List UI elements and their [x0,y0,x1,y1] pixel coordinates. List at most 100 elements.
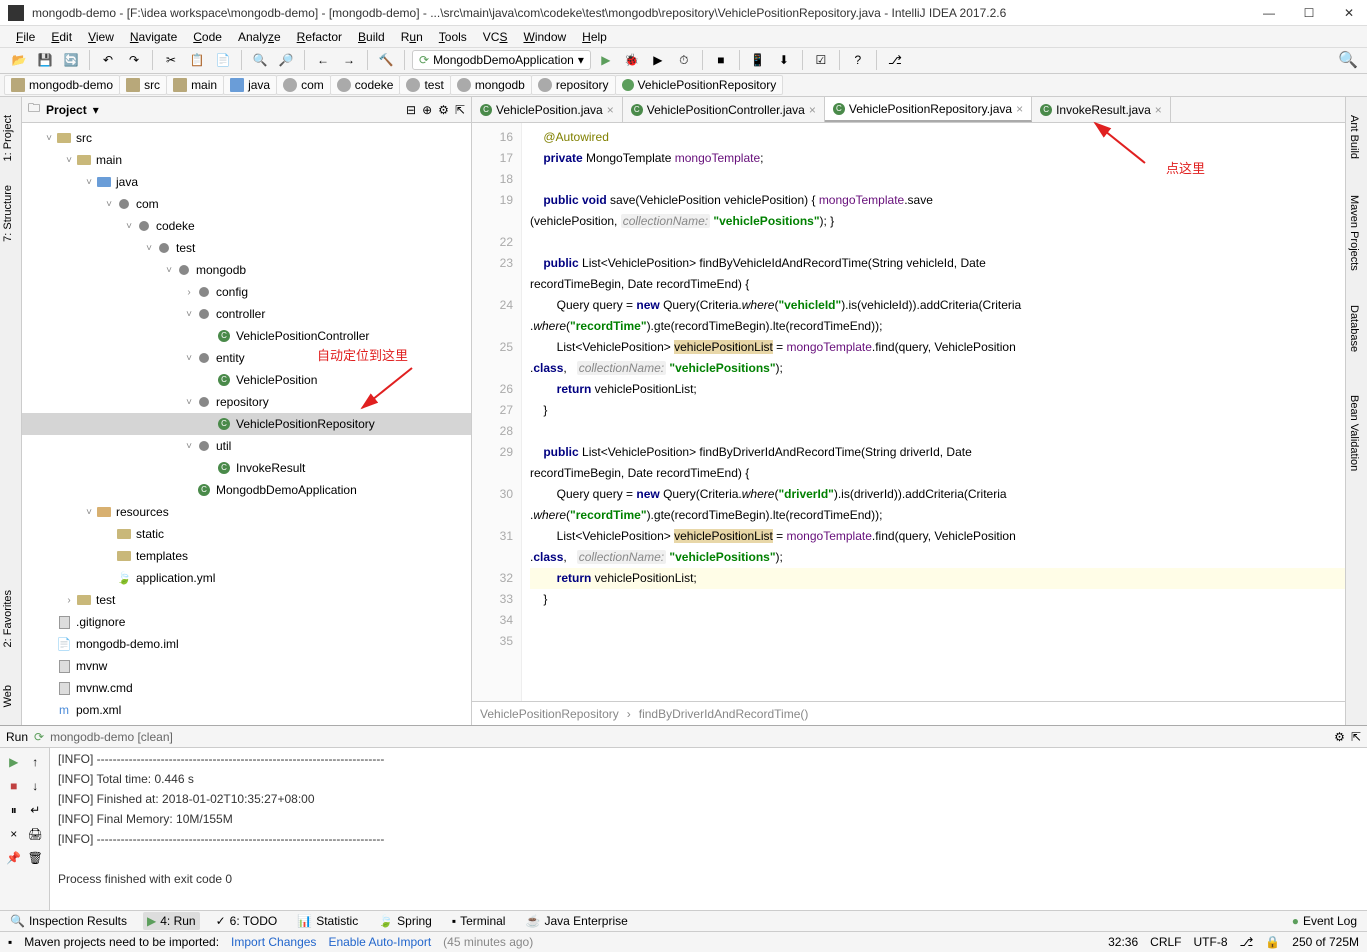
menu-analyze[interactable]: Analyze [230,28,289,46]
find-icon[interactable]: 🔍 [249,49,271,71]
pause-icon[interactable]: ⏸ [4,800,24,820]
editor-tab[interactable]: CVehiclePositionController.java× [623,97,825,122]
editor-tab[interactable]: CVehiclePositionRepository.java× [825,97,1032,122]
pin-icon[interactable]: 📌 [4,848,24,868]
tab-database[interactable]: Database [1346,297,1362,360]
memory-indicator[interactable]: 250 of 725M [1292,935,1359,949]
gutter[interactable]: 16 17 18 19 22 23 24 25 26 27 28 29 30 3… [472,123,522,701]
cut-icon[interactable]: ✂ [160,49,182,71]
tree-item-controller[interactable]: ˅controller [22,303,471,325]
stop-icon[interactable]: ■ [710,49,732,71]
editor-tab[interactable]: CVehiclePosition.java× [472,97,623,122]
crumb-item[interactable]: mongodb-demo [4,75,120,95]
close-icon[interactable]: × [809,103,816,117]
tab-project[interactable]: 1: Project [0,107,16,169]
sdk-icon[interactable]: ⬇ [773,49,795,71]
tree-item-appyml[interactable]: 🍃application.yml [22,567,471,589]
tab-run[interactable]: ▶4: Run [143,912,200,930]
tree-item-ir[interactable]: CInvokeResult [22,457,471,479]
cursor-position[interactable]: 32:36 [1108,935,1138,949]
wrap-icon[interactable]: ↵ [26,800,46,820]
enable-auto-import-link[interactable]: Enable Auto-Import [328,935,431,949]
run-output[interactable]: [INFO] ---------------------------------… [50,748,1367,910]
crumb-item[interactable]: VehiclePositionRepository [615,75,784,95]
crumb-item[interactable]: mongodb [450,75,532,95]
tab-terminal[interactable]: ▪Terminal [448,912,510,930]
print-icon[interactable]: 🖨 [26,824,46,844]
back-icon[interactable]: ← [312,49,334,71]
undo-icon[interactable]: ↶ [97,49,119,71]
tree-item-resources[interactable]: ˅resources [22,501,471,523]
crumb-item[interactable]: repository [531,75,616,95]
crumb-item[interactable]: test [399,75,450,95]
editor-crumb-class[interactable]: VehiclePositionRepository [480,707,619,721]
tree-item-config[interactable]: ›config [22,281,471,303]
tree-item-vpc[interactable]: CVehiclePositionController [22,325,471,347]
redo-icon[interactable]: ↷ [123,49,145,71]
tree-item-mongodb[interactable]: ˅mongodb [22,259,471,281]
tree-item-util[interactable]: ˅util [22,435,471,457]
tab-web[interactable]: Web [0,677,16,715]
tab-maven[interactable]: Maven Projects [1346,187,1362,279]
tree-item-main[interactable]: ˅main [22,149,471,171]
crumb-item[interactable]: src [119,75,167,95]
run-config-selector[interactable]: ⟳ MongodbDemoApplication ▾ [412,50,591,70]
tree-item-mvnw[interactable]: mvnw [22,655,471,677]
tree-item-src[interactable]: ˅src [22,127,471,149]
menu-tools[interactable]: Tools [431,28,475,46]
code-area[interactable]: @Autowired private MongoTemplate mongoTe… [522,123,1345,701]
menu-edit[interactable]: Edit [43,28,80,46]
hide-icon[interactable]: ⇱ [455,103,465,117]
save-all-icon[interactable]: 💾 [34,49,56,71]
run-icon[interactable]: ▶ [595,49,617,71]
chevron-down-icon[interactable]: ▾ [93,103,99,117]
tab-ant[interactable]: Ant Build [1346,107,1362,167]
tree-item-test[interactable]: ˅test [22,237,471,259]
import-changes-link[interactable]: Import Changes [231,935,316,949]
tab-todo[interactable]: ✓6: TODO [212,912,282,930]
tree-item-java[interactable]: ˅java [22,171,471,193]
project-tree[interactable]: ˅src ˅main ˅java ˅com ˅codeke ˅test ˅mon… [22,123,471,725]
close-icon[interactable]: × [607,103,614,117]
profile-icon[interactable]: ⏱ [673,49,695,71]
tree-item-iml[interactable]: 📄mongodb-demo.iml [22,633,471,655]
tree-item-templates[interactable]: templates [22,545,471,567]
menu-vcs[interactable]: VCS [475,28,516,46]
line-separator[interactable]: CRLF [1150,935,1181,949]
tab-bean-validation[interactable]: Bean Validation [1346,387,1362,479]
menu-navigate[interactable]: Navigate [122,28,185,46]
stop-icon[interactable]: ■ [4,776,24,796]
tree-item-mvnwcmd[interactable]: mvnw.cmd [22,677,471,699]
menu-view[interactable]: View [80,28,122,46]
menu-run[interactable]: Run [393,28,431,46]
tree-item-static[interactable]: static [22,523,471,545]
tree-item-test-folder[interactable]: ›test [22,589,471,611]
replace-icon[interactable]: 🔎 [275,49,297,71]
tree-item-codeke[interactable]: ˅codeke [22,215,471,237]
status-icon[interactable]: ▪ [8,935,12,949]
file-encoding[interactable]: UTF-8 [1194,935,1228,949]
forward-icon[interactable]: → [338,49,360,71]
tab-event-log[interactable]: ●Event Log [1288,912,1361,930]
open-icon[interactable]: 📂 [8,49,30,71]
debug-icon[interactable]: 🐞 [621,49,643,71]
close-icon[interactable]: × [1155,103,1162,117]
sync-icon[interactable]: 🔄 [60,49,82,71]
lock-icon[interactable]: 🔒 [1265,935,1280,949]
tree-item-mda[interactable]: CMongodbDemoApplication [22,479,471,501]
editor-body[interactable]: 16 17 18 19 22 23 24 25 26 27 28 29 30 3… [472,123,1345,701]
minimize-button[interactable]: — [1259,6,1279,20]
menu-code[interactable]: Code [185,28,230,46]
gear-icon[interactable]: ⚙ [1334,730,1345,744]
tab-spring[interactable]: 🍃Spring [374,912,436,930]
tree-item-pom[interactable]: mpom.xml [22,699,471,721]
build-icon[interactable]: 🔨 [375,49,397,71]
collapse-icon[interactable]: ⊟ [406,103,416,117]
rerun-icon[interactable]: ▶ [4,752,24,772]
crumb-item[interactable]: com [276,75,331,95]
paste-icon[interactable]: 📄 [212,49,234,71]
tree-item-gitignore[interactable]: .gitignore [22,611,471,633]
target-icon[interactable]: ⊕ [422,103,432,117]
tree-item-com[interactable]: ˅com [22,193,471,215]
up-icon[interactable]: ↑ [26,752,46,772]
